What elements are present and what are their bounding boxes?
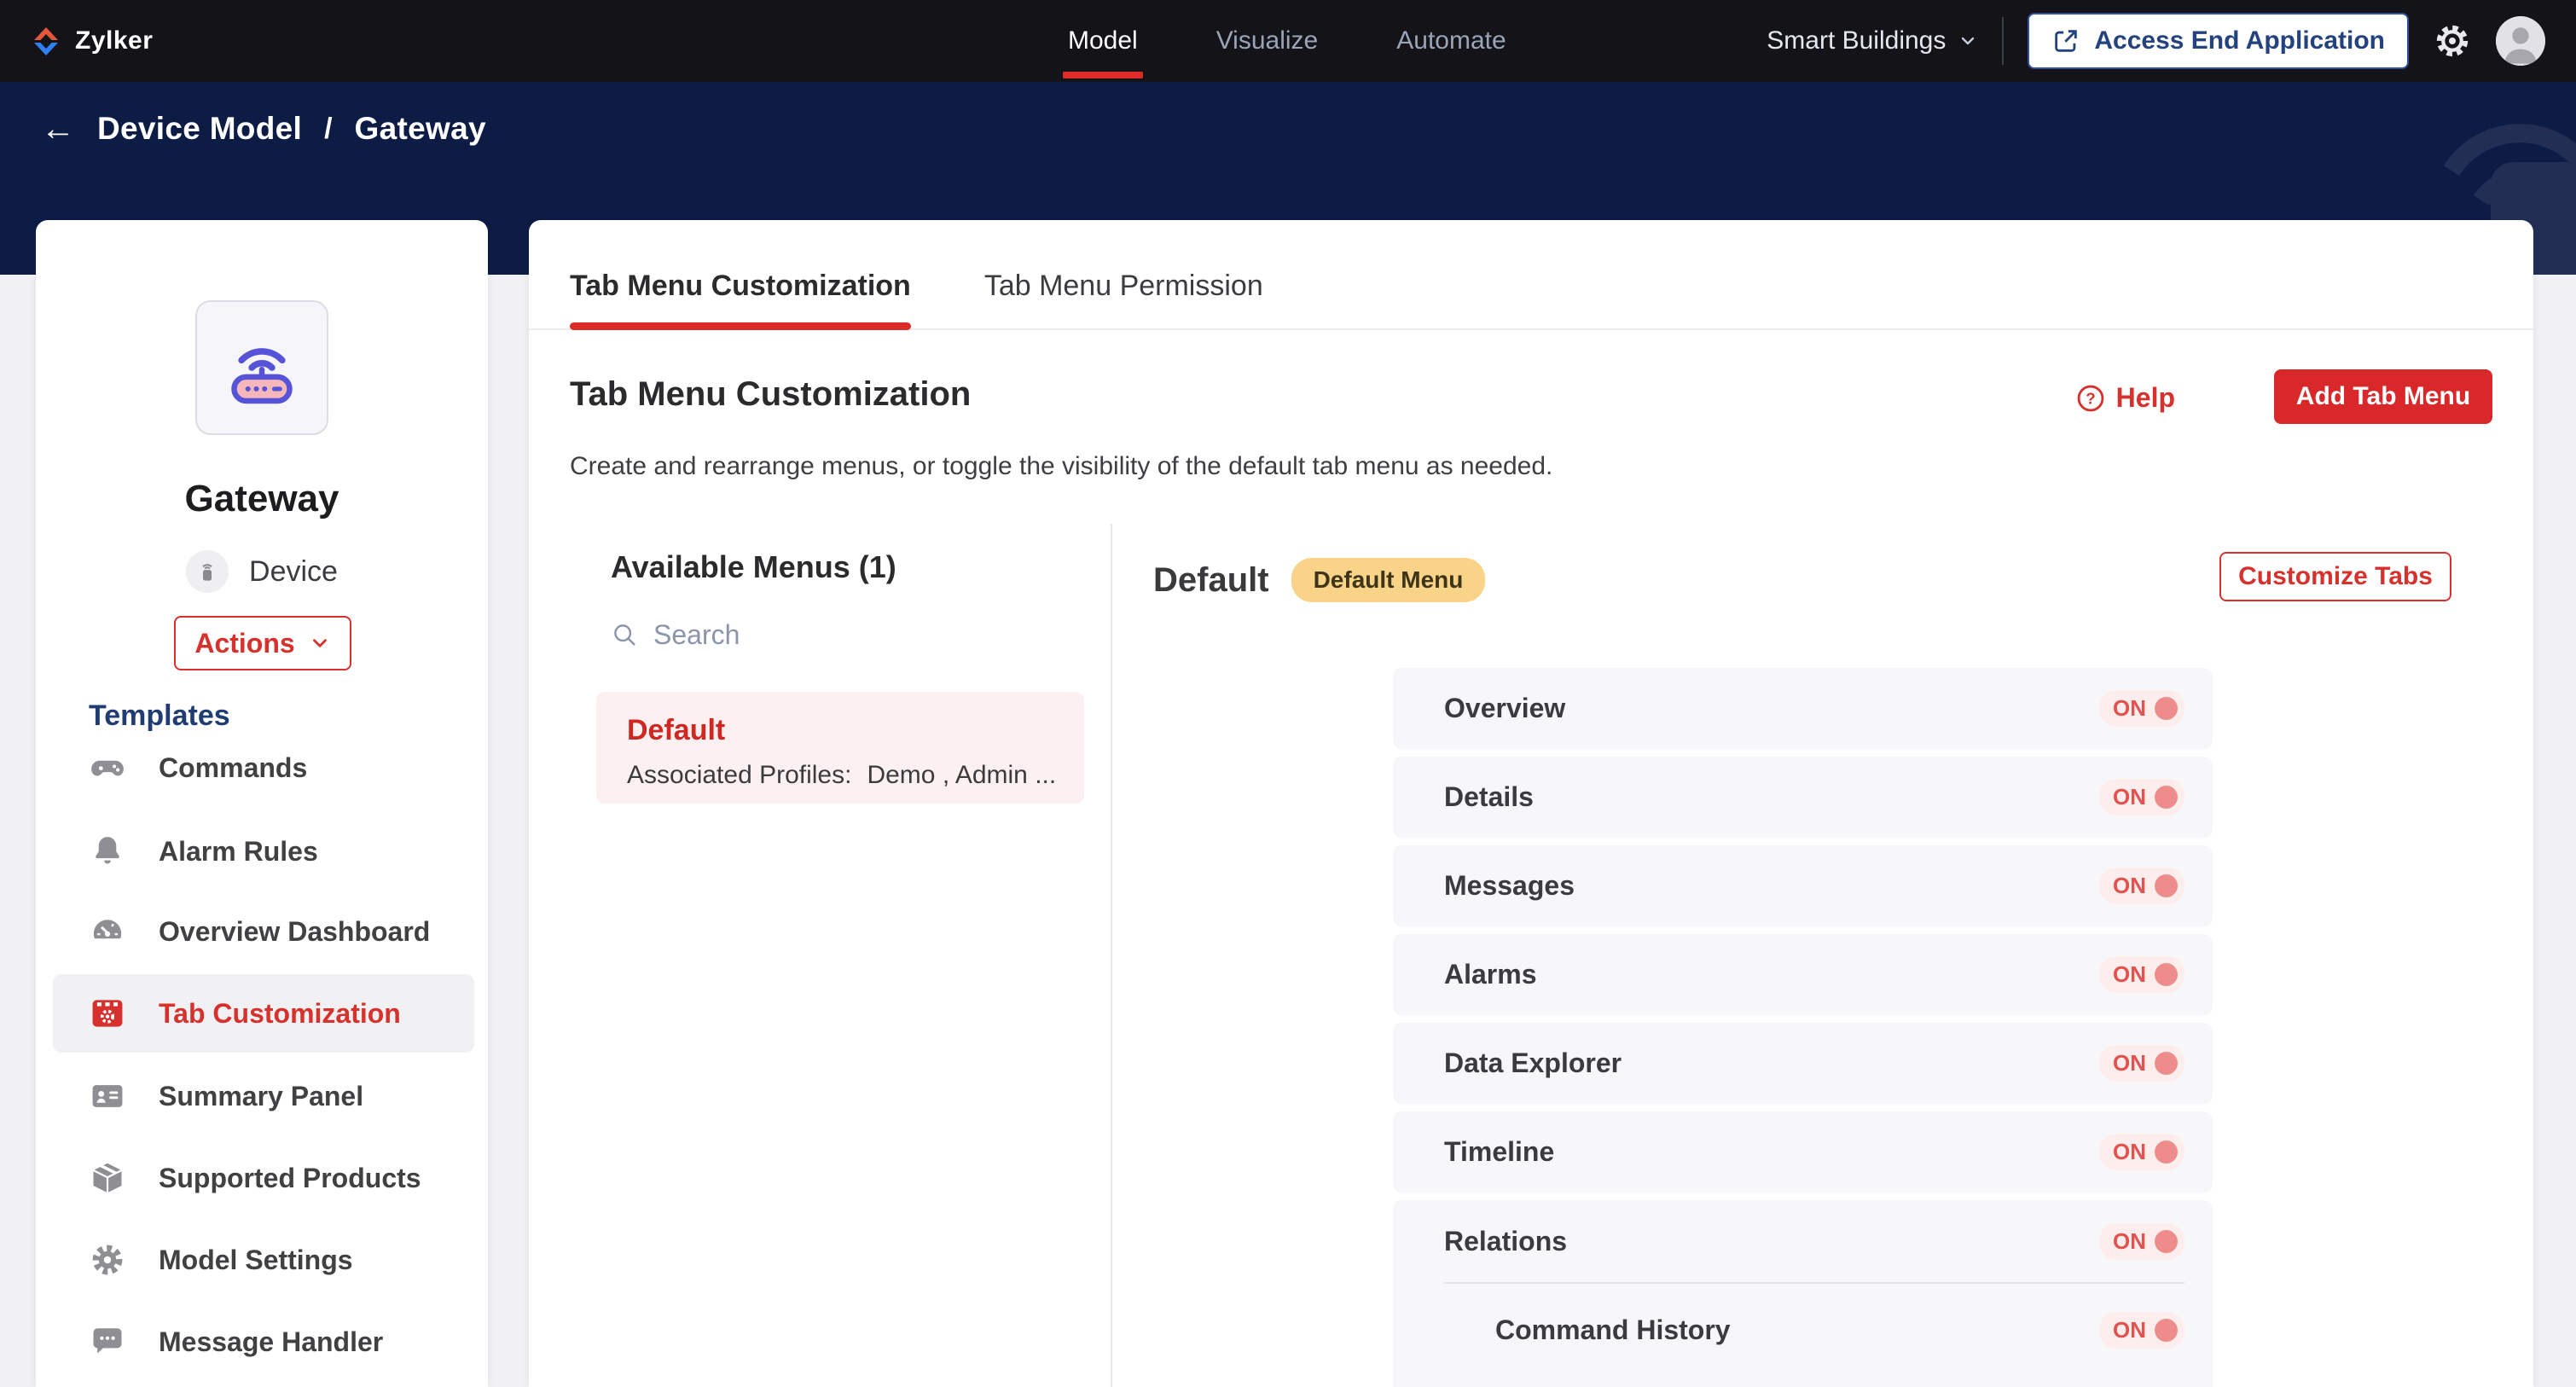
available-menus-heading: Available Menus (1) bbox=[611, 549, 896, 585]
templates-list: Commands Alarm Rules bbox=[36, 749, 488, 1387]
templates-heading: Templates bbox=[89, 699, 230, 733]
nav-automate[interactable]: Automate bbox=[1396, 0, 1506, 82]
device-type-icon bbox=[186, 550, 229, 593]
menu-list-item-default[interactable]: Default Associated Profiles:Demo , Admin… bbox=[596, 692, 1084, 804]
access-end-application-button[interactable]: Access End Application bbox=[2028, 13, 2409, 69]
detail-title-row: Default Default Menu bbox=[1153, 558, 1485, 602]
model-profile-card: Gateway Device Actions Templates bbox=[36, 220, 488, 1387]
model-type-label: Device bbox=[249, 555, 338, 589]
sidebar-item-model-settings[interactable]: Model Settings bbox=[53, 1221, 474, 1299]
sidebar-item-message-handler[interactable]: Message Handler bbox=[53, 1303, 474, 1381]
help-link[interactable]: ? Help bbox=[2075, 382, 2175, 414]
topbar-right: Smart Buildings Access End Application bbox=[1767, 0, 2545, 82]
sidebar-item-commands[interactable]: Commands bbox=[53, 749, 474, 807]
topbar: Zylker Model Visualize Automate Smart Bu… bbox=[0, 0, 2576, 82]
toggle-knob bbox=[2155, 697, 2178, 720]
sidebar-item-summary-panel[interactable]: Summary Panel bbox=[53, 1057, 474, 1135]
relations-group-card: Relations ON Command History ON bbox=[1393, 1200, 2213, 1387]
nav-model[interactable]: Model bbox=[1068, 0, 1138, 82]
messages-toggle[interactable]: ON bbox=[2099, 868, 2184, 904]
toggle-knob bbox=[2155, 1140, 2178, 1164]
id-card-icon bbox=[89, 1077, 126, 1115]
chevron-down-icon bbox=[309, 632, 331, 654]
toggle-row-messages: Messages ON bbox=[1393, 845, 2213, 926]
search-row bbox=[611, 619, 1054, 651]
back-arrow-icon[interactable]: ← bbox=[41, 112, 75, 146]
toggle-row-alarms: Alarms ON bbox=[1393, 934, 2213, 1015]
topbar-divider bbox=[2002, 17, 2004, 65]
column-divider bbox=[1111, 524, 1112, 1387]
gear-icon bbox=[89, 1241, 126, 1279]
brand-name: Zylker bbox=[75, 26, 153, 55]
nav-visualize[interactable]: Visualize bbox=[1216, 0, 1319, 82]
sidebar-item-alarm-rules[interactable]: Alarm Rules bbox=[53, 812, 474, 891]
detail-title: Default bbox=[1153, 561, 1269, 600]
toggle-knob bbox=[2155, 1319, 2178, 1342]
sidebar-item-tab-customization[interactable]: Tab Customization bbox=[53, 974, 474, 1053]
user-avatar[interactable] bbox=[2496, 16, 2545, 66]
main-panel: Tab Menu Customization Tab Menu Permissi… bbox=[529, 220, 2533, 1387]
add-tab-menu-button[interactable]: Add Tab Menu bbox=[2274, 369, 2492, 424]
org-name: Smart Buildings bbox=[1767, 26, 1946, 55]
toggle-knob bbox=[2155, 874, 2178, 897]
alarms-toggle[interactable]: ON bbox=[2099, 956, 2184, 993]
sidebar-item-overview-dashboard[interactable]: Overview Dashboard bbox=[53, 892, 474, 971]
message-icon bbox=[89, 1323, 126, 1361]
default-menu-badge: Default Menu bbox=[1291, 558, 1486, 602]
data-explorer-toggle[interactable]: ON bbox=[2099, 1045, 2184, 1082]
breadcrumb-parent[interactable]: Device Model bbox=[97, 111, 302, 147]
router-icon bbox=[218, 323, 306, 412]
svg-text:?: ? bbox=[2086, 389, 2095, 407]
search-input[interactable] bbox=[653, 619, 1029, 651]
toggle-row-command-history: Command History ON bbox=[1393, 1289, 2213, 1371]
bell-icon bbox=[89, 833, 126, 870]
settings-gear-icon[interactable] bbox=[2433, 21, 2472, 61]
sidebar-item-supported-products[interactable]: Supported Products bbox=[53, 1139, 474, 1217]
toggle-row-overview: Overview ON bbox=[1393, 668, 2213, 749]
toggle-row-details: Details ON bbox=[1393, 757, 2213, 838]
breadcrumb-current: Gateway bbox=[355, 111, 486, 147]
toggle-knob bbox=[2155, 963, 2178, 986]
tab-bar: Tab Menu Customization Tab Menu Permissi… bbox=[529, 220, 2533, 330]
gamepad-icon bbox=[89, 749, 126, 786]
package-icon bbox=[89, 1159, 126, 1197]
overview-toggle[interactable]: ON bbox=[2099, 690, 2184, 727]
toggle-knob bbox=[2155, 1052, 2178, 1075]
chevron-down-icon bbox=[1958, 31, 1978, 51]
tab-menu-permission[interactable]: Tab Menu Permission bbox=[984, 270, 1263, 328]
top-navigation: Model Visualize Automate bbox=[1068, 0, 1506, 82]
breadcrumb-separator: / bbox=[324, 113, 332, 146]
toggle-row-timeline: Timeline ON bbox=[1393, 1111, 2213, 1193]
model-icon-tile bbox=[195, 300, 328, 435]
breadcrumb: ← Device Model / Gateway bbox=[41, 111, 486, 147]
gauge-icon bbox=[89, 913, 126, 950]
toggle-knob bbox=[2155, 1230, 2178, 1253]
menu-item-profiles: Associated Profiles:Demo , Admin ... bbox=[627, 761, 1084, 790]
timeline-toggle[interactable]: ON bbox=[2099, 1134, 2184, 1170]
model-title: Gateway bbox=[36, 478, 488, 520]
zylker-logo-icon bbox=[26, 20, 67, 61]
org-selector[interactable]: Smart Buildings bbox=[1767, 26, 1978, 55]
toggle-knob bbox=[2155, 786, 2178, 809]
model-type-row: Device bbox=[36, 550, 488, 593]
brand[interactable]: Zylker bbox=[26, 0, 153, 82]
details-toggle[interactable]: ON bbox=[2099, 779, 2184, 815]
section-description: Create and rearrange menus, or toggle th… bbox=[570, 452, 1552, 481]
toggle-row-data-explorer: Data Explorer ON bbox=[1393, 1023, 2213, 1104]
group-divider bbox=[1444, 1282, 2184, 1284]
relations-toggle[interactable]: ON bbox=[2099, 1223, 2184, 1260]
tab-grid-icon bbox=[89, 995, 126, 1032]
command-history-toggle[interactable]: ON bbox=[2099, 1312, 2184, 1349]
help-question-icon: ? bbox=[2075, 383, 2106, 414]
app-screen: Zylker Model Visualize Automate Smart Bu… bbox=[0, 0, 2576, 1387]
actions-button[interactable]: Actions bbox=[174, 616, 351, 670]
section-title: Tab Menu Customization bbox=[570, 375, 971, 414]
search-icon bbox=[611, 621, 640, 650]
customize-tabs-button[interactable]: Customize Tabs bbox=[2219, 552, 2451, 601]
menu-item-name: Default bbox=[627, 714, 1084, 747]
person-icon bbox=[2496, 16, 2545, 66]
toggle-row-relations: Relations ON bbox=[1393, 1200, 2213, 1282]
tab-menu-customization[interactable]: Tab Menu Customization bbox=[570, 270, 911, 328]
external-link-icon bbox=[2051, 26, 2080, 55]
